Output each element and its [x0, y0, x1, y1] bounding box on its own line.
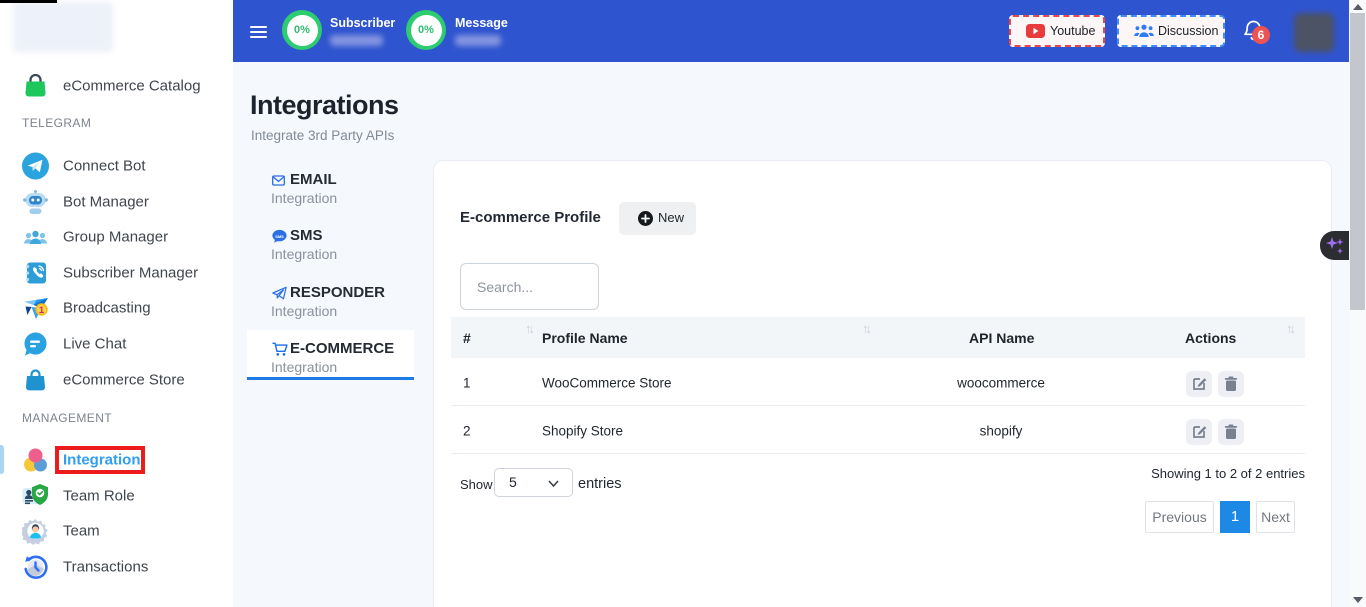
- svg-text:SMS: SMS: [275, 234, 284, 239]
- svg-text:1: 1: [39, 305, 45, 316]
